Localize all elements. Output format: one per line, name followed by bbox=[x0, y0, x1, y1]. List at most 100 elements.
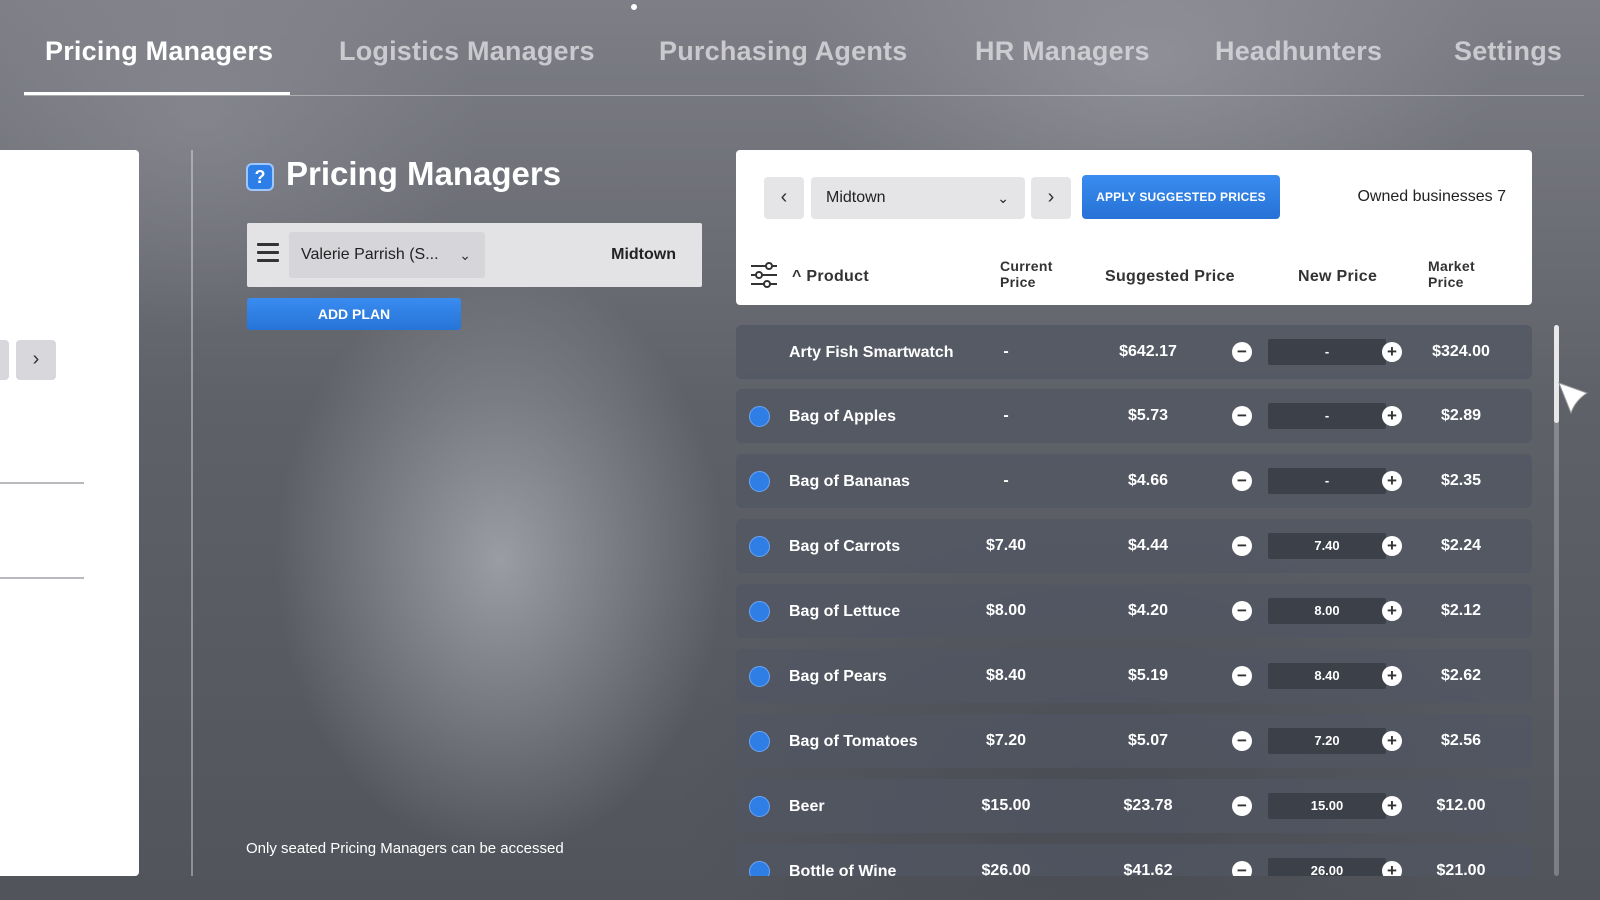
suggested-price: $5.73 bbox=[1127, 407, 1169, 424]
decrease-price-button[interactable]: − bbox=[1232, 601, 1252, 621]
row-select-radio[interactable] bbox=[749, 471, 770, 492]
row-select-radio[interactable] bbox=[749, 601, 770, 622]
tab-settings[interactable]: Settings bbox=[1454, 36, 1562, 67]
table-row[interactable]: Bag of Carrots $7.40 $4.44 − 7.40 + $2.2… bbox=[736, 519, 1532, 573]
table-row[interactable]: Beer $15.00 $23.78 − 15.00 + $12.00 bbox=[736, 779, 1532, 833]
increase-price-button[interactable]: + bbox=[1382, 666, 1402, 686]
table-row[interactable]: Bag of Pears $8.40 $5.19 − 8.40 + $2.62 bbox=[736, 649, 1532, 703]
increase-price-button[interactable]: + bbox=[1382, 861, 1402, 876]
market-price: $12.00 bbox=[1436, 797, 1486, 814]
table-row[interactable]: Bottle of Wine $26.00 $41.62 − 26.00 + $… bbox=[736, 844, 1532, 876]
increase-price-button[interactable]: + bbox=[1382, 731, 1402, 751]
table-row[interactable]: Bag of Bananas - $4.66 − - + $2.35 bbox=[736, 454, 1532, 508]
increase-price-button[interactable]: + bbox=[1382, 536, 1402, 556]
pricing-header-card: ‹ Midtown ⌄ › APPLY SUGGESTED PRICES Own… bbox=[736, 150, 1532, 305]
column-current-price[interactable]: Current Price bbox=[1000, 258, 1066, 290]
row-select-radio[interactable] bbox=[749, 666, 770, 687]
manager-name: Valerie Parrish (S... bbox=[301, 246, 439, 263]
decrease-price-button[interactable]: − bbox=[1232, 861, 1252, 876]
prev-location-button[interactable]: ‹ bbox=[764, 177, 804, 219]
increase-price-button[interactable]: + bbox=[1382, 601, 1402, 621]
row-select-radio[interactable] bbox=[749, 406, 770, 427]
active-tab-underline bbox=[24, 92, 290, 95]
plan-location: Midtown bbox=[611, 246, 676, 263]
table-row[interactable]: Bag of Lettuce $8.00 $4.20 − 8.00 + $2.1… bbox=[736, 584, 1532, 638]
sort-ascending-icon: ^ bbox=[792, 268, 802, 285]
next-location-button[interactable]: › bbox=[1031, 177, 1071, 219]
market-price: $324.00 bbox=[1432, 343, 1490, 360]
tab-headhunters[interactable]: Headhunters bbox=[1215, 36, 1382, 67]
row-select-radio[interactable] bbox=[749, 796, 770, 817]
column-new-price[interactable]: New Price bbox=[1298, 268, 1377, 286]
decrease-price-button[interactable]: − bbox=[1232, 342, 1252, 362]
product-name: Beer bbox=[789, 797, 825, 815]
increase-price-button[interactable]: + bbox=[1382, 342, 1402, 362]
increase-price-button[interactable]: + bbox=[1382, 471, 1402, 491]
product-name: Bag of Tomatoes bbox=[789, 732, 918, 750]
current-price: $8.40 bbox=[985, 667, 1027, 684]
market-price: $2.89 bbox=[1440, 407, 1482, 424]
chevron-right-icon: › bbox=[32, 348, 40, 370]
add-plan-button[interactable]: ADD PLAN bbox=[247, 298, 461, 330]
current-price: $8.00 bbox=[985, 602, 1027, 619]
tab-pricing-managers[interactable]: Pricing Managers bbox=[45, 36, 273, 67]
product-name: Bag of Apples bbox=[789, 407, 896, 425]
column-market-price[interactable]: Market Price bbox=[1428, 258, 1488, 290]
filter-sliders-icon[interactable] bbox=[750, 260, 778, 290]
decrease-price-button[interactable]: − bbox=[1232, 471, 1252, 491]
new-price-input[interactable]: 15.00 bbox=[1268, 793, 1386, 819]
column-suggested-price[interactable]: Suggested Price bbox=[1105, 268, 1235, 286]
manager-dropdown[interactable]: Valerie Parrish (S... ⌄ bbox=[289, 232, 485, 278]
section-title: Pricing Managers bbox=[286, 155, 562, 192]
current-price: - bbox=[1003, 472, 1009, 489]
tab-purchasing-agents[interactable]: Purchasing Agents bbox=[659, 36, 907, 67]
tab-hr-managers[interactable]: HR Managers bbox=[975, 36, 1150, 67]
row-select-radio[interactable] bbox=[749, 731, 770, 752]
product-name: Bag of Lettuce bbox=[789, 602, 901, 620]
decrease-price-button[interactable]: − bbox=[1232, 666, 1252, 686]
new-price-input[interactable]: 26.00 bbox=[1268, 858, 1386, 876]
new-price-input[interactable]: - bbox=[1268, 403, 1386, 429]
market-price: $2.62 bbox=[1440, 667, 1482, 684]
suggested-price: $5.19 bbox=[1127, 667, 1169, 684]
menu-icon[interactable] bbox=[257, 243, 279, 265]
location-value: Midtown bbox=[826, 189, 886, 206]
new-price-input[interactable]: 8.40 bbox=[1268, 663, 1386, 689]
market-price: $2.12 bbox=[1440, 602, 1482, 619]
decrease-price-button[interactable]: − bbox=[1232, 406, 1252, 426]
row-select-radio[interactable] bbox=[749, 861, 770, 876]
current-price: $7.40 bbox=[985, 537, 1027, 554]
tab-logistics-managers[interactable]: Logistics Managers bbox=[339, 36, 595, 67]
new-price-input[interactable]: 7.40 bbox=[1268, 533, 1386, 559]
decrease-price-button[interactable]: − bbox=[1232, 796, 1252, 816]
new-price-input[interactable]: - bbox=[1268, 339, 1386, 365]
table-row[interactable]: Arty Fish Smartwatch - $642.17 − - + $32… bbox=[736, 325, 1532, 379]
apply-suggested-prices-button[interactable]: APPLY SUGGESTED PRICES bbox=[1082, 175, 1280, 219]
help-icon[interactable]: ? bbox=[246, 163, 274, 191]
location-dropdown[interactable]: Midtown ⌄ bbox=[811, 177, 1025, 219]
owned-businesses: Owned businesses 7 bbox=[1357, 188, 1506, 205]
suggested-price: $23.78 bbox=[1123, 797, 1173, 814]
table-row[interactable]: Bag of Tomatoes $7.20 $5.07 − 7.20 + $2.… bbox=[736, 714, 1532, 768]
table-row[interactable]: Bag of Apples - $5.73 − - + $2.89 bbox=[736, 389, 1532, 443]
new-price-input[interactable]: - bbox=[1268, 468, 1386, 494]
new-price-input[interactable]: 8.00 bbox=[1268, 598, 1386, 624]
column-product[interactable]: ^ Product bbox=[792, 268, 869, 286]
top-tab-bar: Pricing Managers Logistics Managers Purc… bbox=[24, 0, 1584, 96]
current-price: $26.00 bbox=[981, 862, 1031, 876]
market-price: $2.35 bbox=[1440, 472, 1482, 489]
decrease-price-button[interactable]: − bbox=[1232, 731, 1252, 751]
current-price: $15.00 bbox=[981, 797, 1031, 814]
suggested-price: $4.20 bbox=[1127, 602, 1169, 619]
product-name: Bag of Bananas bbox=[789, 472, 910, 490]
new-price-input[interactable]: 7.20 bbox=[1268, 728, 1386, 754]
increase-price-button[interactable]: + bbox=[1382, 406, 1402, 426]
row-select-radio[interactable] bbox=[749, 536, 770, 557]
left-panel bbox=[0, 150, 139, 876]
increase-price-button[interactable]: + bbox=[1382, 796, 1402, 816]
product-name: Bottle of Wine bbox=[789, 862, 897, 877]
left-next-button[interactable]: › bbox=[16, 340, 56, 380]
left-prev-button[interactable] bbox=[0, 340, 9, 380]
mouse-cursor-icon bbox=[1558, 382, 1589, 415]
decrease-price-button[interactable]: − bbox=[1232, 536, 1252, 556]
